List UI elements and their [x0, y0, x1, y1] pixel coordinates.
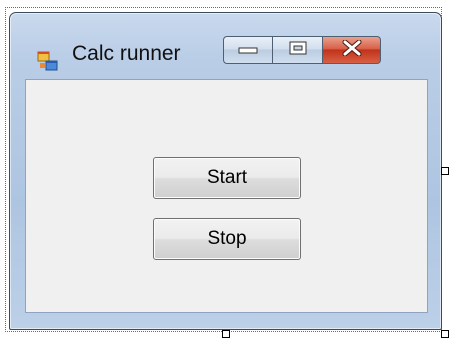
start-button[interactable]: Start [153, 157, 301, 199]
form-client-area: Start Stop [25, 79, 428, 313]
title-bar[interactable]: Calc runner [10, 13, 441, 79]
maximize-icon [289, 41, 307, 60]
resize-handle-bottom[interactable] [222, 330, 230, 338]
minimize-button[interactable] [223, 36, 273, 64]
form-window[interactable]: Calc runner Start Stop [9, 12, 442, 330]
form-designer-surface: Calc runner Start Stop [0, 0, 450, 342]
resize-handle-corner[interactable] [441, 330, 449, 338]
stop-button[interactable]: Stop [153, 218, 301, 260]
form-icon [37, 51, 59, 73]
minimize-icon [238, 41, 258, 59]
resize-handle-right[interactable] [441, 167, 449, 175]
caption-buttons [223, 36, 381, 66]
close-icon [342, 39, 362, 61]
close-button[interactable] [323, 36, 381, 64]
window-title: Calc runner [72, 42, 181, 65]
maximize-button[interactable] [273, 36, 323, 64]
